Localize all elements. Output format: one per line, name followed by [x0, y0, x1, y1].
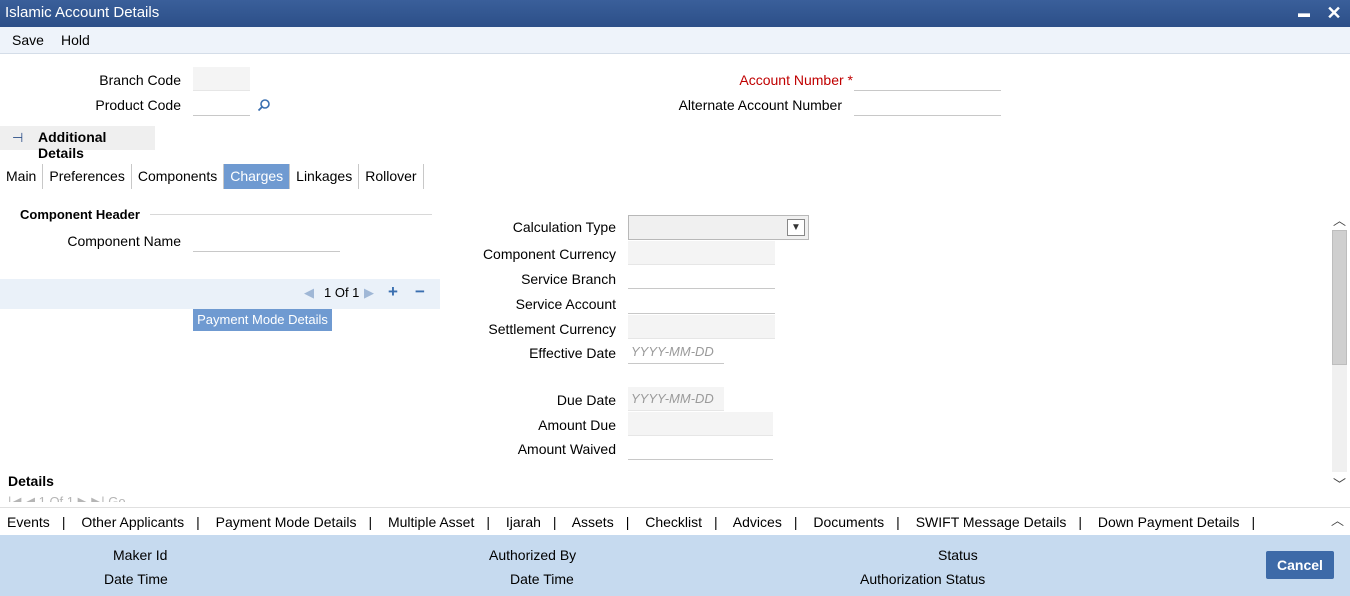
remove-row-icon[interactable]: −: [415, 282, 425, 302]
subscreen-ijarah[interactable]: Ijarah: [506, 514, 541, 530]
settlement-currency-field[interactable]: [628, 315, 775, 339]
effective-date-label: Effective Date: [529, 345, 616, 361]
component-currency-field[interactable]: [628, 241, 775, 265]
amount-waived-label: Amount Waived: [517, 441, 616, 457]
tab-charges[interactable]: Charges: [224, 164, 291, 189]
tab-main[interactable]: Main: [0, 164, 44, 189]
vertical-scrollbar[interactable]: ︿ ﹀: [1331, 208, 1348, 492]
save-button[interactable]: Save: [12, 32, 44, 48]
subscreen-assets[interactable]: Assets: [572, 514, 614, 530]
tab-rollover[interactable]: Rollover: [359, 164, 424, 189]
hold-button[interactable]: Hold: [61, 32, 90, 48]
subscreen-down-payment-details[interactable]: Down Payment Details: [1098, 514, 1240, 530]
component-name-label: Component Name: [67, 233, 181, 249]
due-date-field[interactable]: YYYY-MM-DD: [628, 387, 724, 411]
service-account-field[interactable]: [628, 290, 775, 314]
subscreen-links: Events | Other Applicants | Payment Mode D…: [7, 514, 1256, 530]
settlement-currency-label: Settlement Currency: [488, 321, 616, 337]
minimize-icon[interactable]: ▬: [1293, 2, 1315, 24]
subscreen-advices[interactable]: Advices: [733, 514, 782, 530]
details-pager-clipped: |◀ ◀ 1 Of 1 ▶ ▶| Go: [8, 494, 126, 502]
next-record-icon[interactable]: ▶: [364, 285, 374, 301]
branch-code-label: Branch Code: [99, 72, 181, 88]
checker-date-time-label: Date Time: [510, 571, 574, 587]
branch-code-field[interactable]: [193, 67, 250, 91]
account-number-label: Account Number *: [739, 72, 853, 88]
status-label: Status: [938, 547, 978, 563]
scroll-up-icon-lower[interactable]: ︿: [1331, 510, 1344, 529]
audit-footer: Maker Id Date Time Authorized By Date Ti…: [0, 535, 1350, 596]
window-title: Islamic Account Details: [5, 4, 160, 21]
additional-details-label: Additional Details: [38, 129, 107, 161]
authorized-by-label: Authorized By: [489, 547, 577, 563]
add-row-icon[interactable]: +: [388, 282, 398, 302]
authorization-status-label: Authorization Status: [860, 571, 986, 587]
subscreen-bar: Events | Other Applicants | Payment Mode D…: [0, 507, 1350, 535]
service-account-label: Service Account: [515, 296, 616, 312]
subscreen-other-applicants[interactable]: Other Applicants: [81, 514, 184, 530]
close-icon[interactable]: ✕: [1323, 2, 1345, 24]
service-branch-label: Service Branch: [521, 271, 616, 287]
scroll-down-icon[interactable]: ﹀: [1333, 474, 1346, 493]
amount-due-field[interactable]: [628, 412, 773, 436]
tab-linkages[interactable]: Linkages: [290, 164, 360, 189]
prev-record-icon[interactable]: ◀: [304, 285, 314, 301]
tab-preferences[interactable]: Preferences: [43, 164, 132, 189]
pager-text: 1 Of 1: [324, 285, 360, 300]
required-asterisk: *: [847, 72, 853, 88]
collapse-toggle-icon[interactable]: ⊣: [12, 130, 23, 146]
scroll-thumb[interactable]: [1332, 230, 1347, 365]
alternate-account-number-field[interactable]: [854, 92, 1001, 116]
tab-components[interactable]: Components: [132, 164, 225, 189]
due-date-label: Due Date: [556, 392, 616, 408]
product-code-field[interactable]: [193, 92, 250, 116]
subscreen-multiple-asset[interactable]: Multiple Asset: [388, 514, 474, 530]
chevron-down-icon[interactable]: ▼: [787, 219, 805, 236]
section-divider: [150, 214, 432, 215]
scroll-up-icon[interactable]: ︿: [1333, 210, 1346, 229]
component-pager: ◀ 1 Of 1 ▶ + −: [0, 279, 440, 309]
subscreen-events[interactable]: Events: [7, 514, 50, 530]
amount-due-label: Amount Due: [538, 417, 616, 433]
product-code-label: Product Code: [95, 97, 181, 113]
service-branch-field[interactable]: [628, 265, 775, 289]
subscreen-payment-mode-details[interactable]: Payment Mode Details: [216, 514, 357, 530]
payment-mode-details-button[interactable]: Payment Mode Details: [193, 309, 332, 331]
subscreen-swift-message-details[interactable]: SWIFT Message Details: [916, 514, 1067, 530]
toolbar: Save Hold: [0, 27, 1350, 54]
component-header-title: Component Header: [20, 207, 140, 222]
tab-bar: Main Preferences Components Charges Link…: [0, 164, 424, 189]
component-name-field[interactable]: [193, 228, 340, 252]
alternate-account-number-label: Alternate Account Number: [678, 97, 842, 113]
calculation-type-select[interactable]: ▼: [628, 215, 809, 240]
subscreen-documents[interactable]: Documents: [813, 514, 884, 530]
window-title-bar: Islamic Account Details ▬ ✕: [0, 0, 1350, 27]
cancel-button[interactable]: Cancel: [1266, 551, 1334, 579]
effective-date-field[interactable]: YYYY-MM-DD: [628, 340, 724, 364]
search-icon[interactable]: [257, 98, 271, 112]
account-number-field[interactable]: [854, 67, 1001, 91]
maker-date-time-label: Date Time: [104, 571, 168, 587]
details-title: Details: [8, 473, 54, 489]
component-currency-label: Component Currency: [482, 246, 616, 262]
subscreen-checklist[interactable]: Checklist: [645, 514, 702, 530]
calculation-type-label: Calculation Type: [512, 219, 616, 235]
maker-id-label: Maker Id: [113, 547, 168, 563]
additional-details-header[interactable]: ⊣ Additional Details: [0, 126, 155, 161]
amount-waived-field[interactable]: [628, 436, 773, 460]
